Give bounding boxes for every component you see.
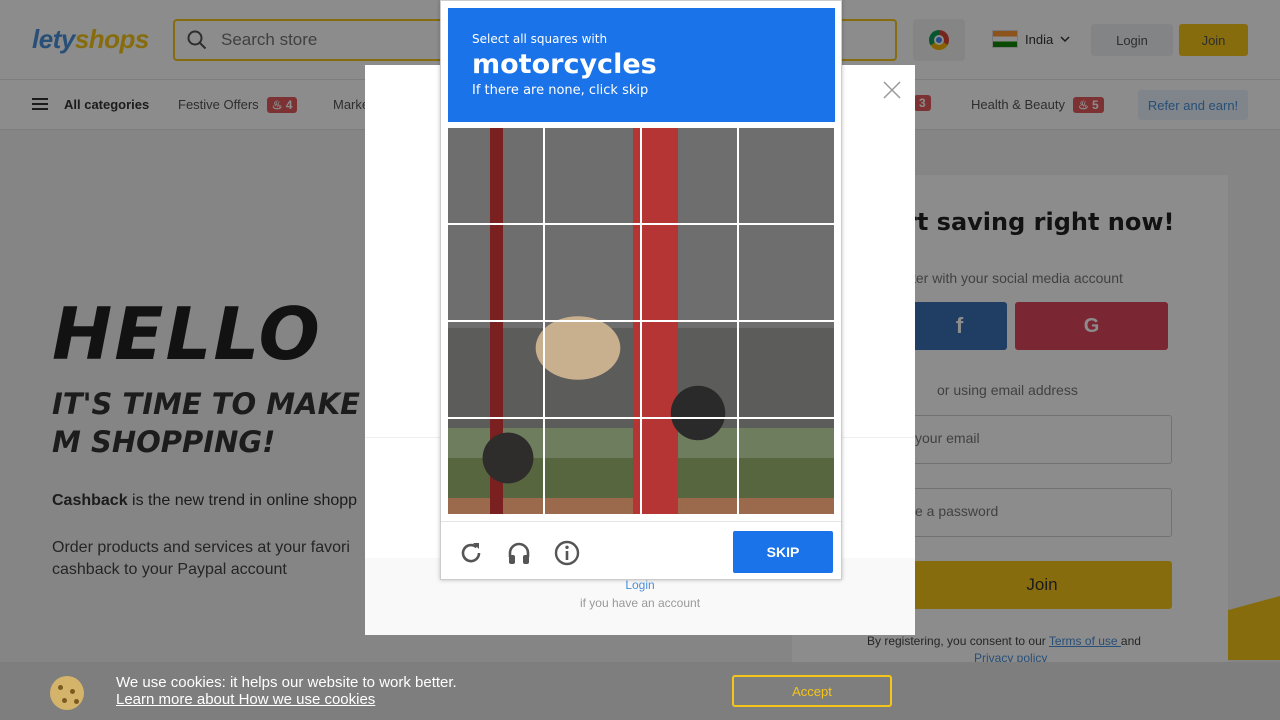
captcha-tile[interactable] — [448, 322, 543, 417]
skip-button[interactable]: SKIP — [733, 531, 833, 573]
cookie-banner: We use cookies: it helps our website to … — [0, 662, 1280, 720]
captcha-prompt: Select all squares with — [472, 32, 608, 46]
cookie-message: We use cookies: it helps our website to … — [116, 674, 457, 691]
cookie-learn-more-link[interactable]: Learn more about How we use cookies — [116, 691, 375, 708]
captcha-tile[interactable] — [545, 128, 640, 223]
captcha-tile[interactable] — [739, 225, 834, 320]
captcha-tile[interactable] — [642, 322, 737, 417]
cookie-accept-button[interactable]: Accept — [732, 675, 892, 707]
modal-login-link[interactable]: Login — [365, 578, 915, 592]
audio-icon[interactable] — [505, 539, 533, 567]
captcha-tile[interactable] — [642, 419, 737, 514]
captcha-tile[interactable] — [739, 128, 834, 223]
cookie-icon — [50, 676, 84, 710]
reload-icon[interactable] — [457, 539, 485, 567]
captcha-tile[interactable] — [545, 225, 640, 320]
captcha-image-grid — [448, 128, 835, 515]
captcha-tile[interactable] — [739, 419, 834, 514]
info-icon[interactable] — [553, 539, 581, 567]
captcha-target: motorcycles — [472, 49, 657, 80]
captcha-tile[interactable] — [739, 322, 834, 417]
recaptcha-challenge: Select all squares with motorcycles If t… — [440, 0, 842, 580]
captcha-tile[interactable] — [545, 322, 640, 417]
captcha-instructions: Select all squares with motorcycles If t… — [448, 8, 835, 122]
captcha-tile[interactable] — [545, 419, 640, 514]
modal-login-hint: if you have an account — [579, 596, 701, 610]
captcha-tile[interactable] — [448, 419, 543, 514]
captcha-tile[interactable] — [448, 225, 543, 320]
captcha-tile[interactable] — [642, 225, 737, 320]
captcha-tile[interactable] — [642, 128, 737, 223]
close-icon[interactable] — [881, 79, 903, 101]
captcha-tile[interactable] — [448, 128, 543, 223]
captcha-footer-divider — [441, 521, 841, 522]
captcha-hint: If there are none, click skip — [472, 83, 649, 98]
